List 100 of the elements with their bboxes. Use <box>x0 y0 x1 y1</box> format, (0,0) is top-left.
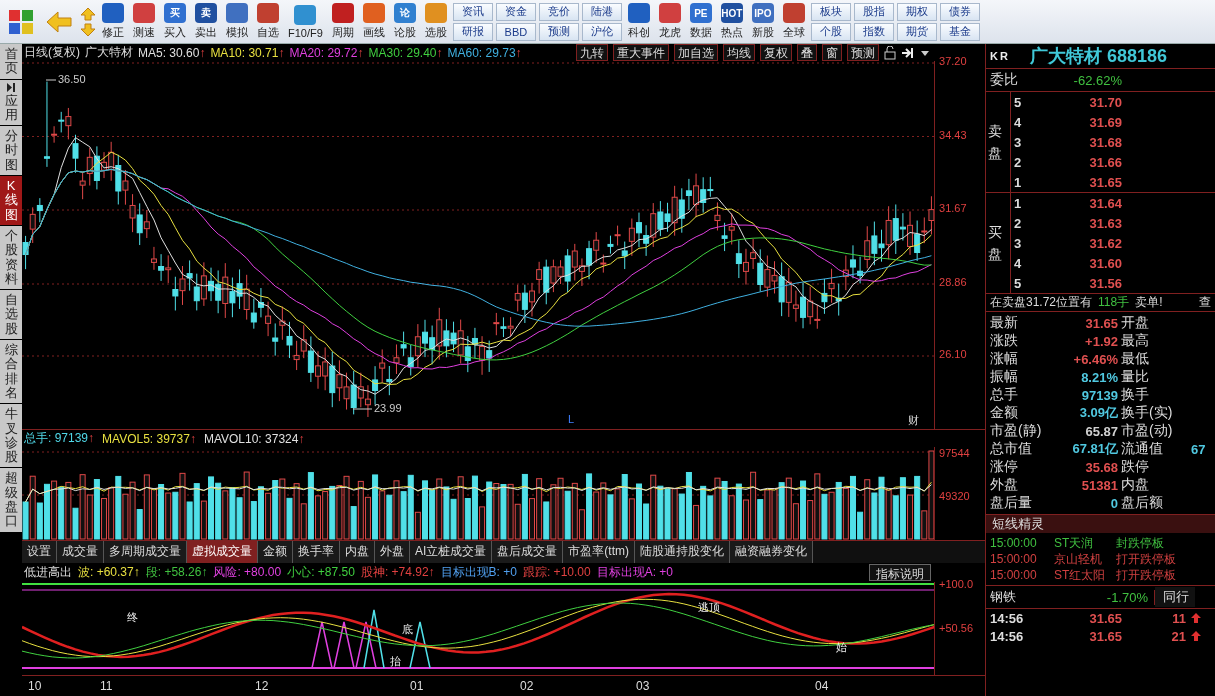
toolbar-button[interactable]: 期权 <box>896 2 937 21</box>
toolbar-button[interactable]: 资金 <box>495 2 536 21</box>
stat-value: 51381 <box>1080 477 1118 493</box>
toolbar-button[interactable]: 股指 <box>853 2 894 21</box>
indicator-tab[interactable]: 融资融券变化 <box>730 541 813 563</box>
axis-label: 31.67 <box>939 202 967 215</box>
axis-label: 49320 <box>939 490 970 503</box>
toolbar-button[interactable]: BBD <box>495 22 536 41</box>
toolbar-button[interactable]: 修正 <box>99 3 127 40</box>
indicator-tab[interactable]: 陆股通持股变化 <box>635 541 730 563</box>
indicator-tab[interactable]: 市盈率(ttm) <box>563 541 635 563</box>
stat-label: 最新 <box>989 314 1019 332</box>
level-price: 31.63 <box>1088 215 1122 231</box>
toolbar-button[interactable]: 论 论股 <box>390 3 419 40</box>
side-tab[interactable]: 应用 <box>0 79 22 126</box>
indicator-value: MA5: 30.60↑ <box>138 45 206 60</box>
toolbar-button[interactable]: 卖 卖出 <box>192 3 220 40</box>
level-number: 5 <box>1013 275 1023 291</box>
indicator-tab[interactable]: 成交量 <box>57 541 104 563</box>
toolbar-button[interactable]: 周期 <box>328 3 357 40</box>
indicator-help-button[interactable]: 指标说明 <box>869 563 931 581</box>
toolbar-button[interactable]: 竞价 <box>538 2 579 21</box>
toolbar-button[interactable]: 科创 <box>624 3 653 40</box>
indicator-tab[interactable]: 盘后成交量 <box>492 541 564 563</box>
indicator-tab[interactable]: 设置 <box>22 541 57 563</box>
side-tab[interactable]: 分时图 <box>0 126 22 176</box>
toolbar-button[interactable]: 陆港 <box>581 2 622 21</box>
price-label: 23.99 <box>374 402 402 415</box>
toolbar-button[interactable]: 指数 <box>853 22 894 41</box>
toolbar-button[interactable]: 期货 <box>896 22 937 41</box>
indicator-tab[interactable]: 虚拟成交量 <box>187 541 258 563</box>
side-tab[interactable]: 超级盘口 <box>0 468 22 532</box>
chart-button[interactable]: 叠 <box>797 44 817 62</box>
stat-value: 31.65 <box>1084 315 1118 331</box>
indicator-tab[interactable]: 换手率 <box>293 541 340 563</box>
toolbar-button[interactable]: 模拟 <box>223 3 251 40</box>
peer-tab[interactable]: 同行 <box>1155 587 1195 607</box>
side-tab[interactable]: 首页 <box>0 44 22 79</box>
toolbar-button[interactable]: 龙虎 <box>655 3 684 40</box>
indicator-value: MA60: 29.73↑ <box>447 45 522 60</box>
indicator-value: 目标出现A: +0 <box>596 563 674 581</box>
toolbar-button[interactable]: HOT 热点 <box>717 3 746 40</box>
expand-icon[interactable] <box>901 46 915 59</box>
indicator-tab[interactable]: 外盘 <box>375 541 410 563</box>
indicator-value: 小心: +87.50 <box>287 563 355 581</box>
toolbar-button[interactable]: 板块 <box>810 2 851 21</box>
toolbar-button[interactable]: 债券 <box>939 2 980 21</box>
stat-value: 35.68 <box>1084 459 1118 475</box>
stat-label: 外盘 <box>989 476 1019 494</box>
price-label: 36.50 <box>58 73 86 86</box>
toolbar-button[interactable]: 资讯 <box>452 2 493 21</box>
stat-label: 跌停 <box>1120 458 1150 476</box>
toolbar-button[interactable]: PE 数据 <box>686 3 715 40</box>
side-tab[interactable]: K线图 <box>0 176 22 225</box>
tick-volume: 21 <box>1170 628 1186 644</box>
toolbar-button[interactable]: IPO 新股 <box>748 3 777 40</box>
indicator-tab[interactable]: 内盘 <box>340 541 375 563</box>
indicator-tab[interactable]: 金额 <box>258 541 293 563</box>
stock-title: 广大特材 688186 <box>1029 45 1167 68</box>
lock-icon[interactable] <box>884 45 896 60</box>
tick-price: 31.65 <box>1088 610 1122 626</box>
side-tab[interactable]: 个股资料 <box>0 225 22 290</box>
level-number: 1 <box>1013 174 1023 190</box>
level-price: 31.62 <box>1088 235 1122 251</box>
indicator-tab[interactable]: 多周期成交量 <box>104 541 187 563</box>
toolbar-button[interactable]: F10/F9 <box>285 4 326 39</box>
chart-button[interactable]: 重大事件 <box>613 44 669 62</box>
side-tab[interactable]: 综合排名 <box>0 340 22 404</box>
stat-label: 涨幅 <box>989 350 1019 368</box>
toolbar-button[interactable]: 沪伦 <box>581 22 622 41</box>
down-arrow-icon[interactable] <box>80 22 96 37</box>
stat-label: 内盘 <box>1120 476 1150 494</box>
toolbar-button[interactable]: 画线 <box>359 3 388 40</box>
indicator-value: 段: +58.26↑ <box>145 563 208 581</box>
toolbar-button[interactable]: 全球 <box>779 3 808 40</box>
query-link[interactable]: 查 <box>1199 294 1215 311</box>
chart-button[interactable]: 均线 <box>723 44 755 62</box>
toolbar-button[interactable]: 测速 <box>130 3 158 40</box>
toolbar-button[interactable]: 研报 <box>452 22 493 41</box>
chart-button[interactable]: 窗 <box>822 44 842 62</box>
signal-spikes-drawing <box>363 609 431 669</box>
stat-value: 8.21% <box>1080 369 1118 385</box>
side-tab[interactable]: 牛叉诊股 <box>0 404 22 468</box>
toolbar-button[interactable]: 选股 <box>421 3 450 40</box>
alert-event: 打开跌停板 <box>1116 566 1176 584</box>
chart-button[interactable]: 预测 <box>847 44 879 62</box>
side-tab[interactable]: 自选股 <box>0 290 22 340</box>
indicator-value: 风险: +80.00 <box>213 563 282 581</box>
toolbar-button[interactable]: 预测 <box>538 22 579 41</box>
level-number: 3 <box>1013 134 1023 150</box>
toolbar-button[interactable]: 自选 <box>254 3 282 40</box>
up-arrow-icon[interactable] <box>80 6 96 21</box>
chart-button[interactable]: 复权 <box>760 44 792 62</box>
chart-button[interactable]: 九转 <box>576 44 608 62</box>
chart-button[interactable]: 加自选 <box>674 44 718 62</box>
indicator-value: 波: +60.37↑ <box>78 563 140 581</box>
indicator-tab[interactable]: AI立桩成交量 <box>410 541 493 563</box>
toolbar-button[interactable]: 买 买入 <box>161 3 189 40</box>
toolbar-button[interactable]: 个股 <box>810 22 851 41</box>
toolbar-button[interactable]: 基金 <box>939 22 980 41</box>
